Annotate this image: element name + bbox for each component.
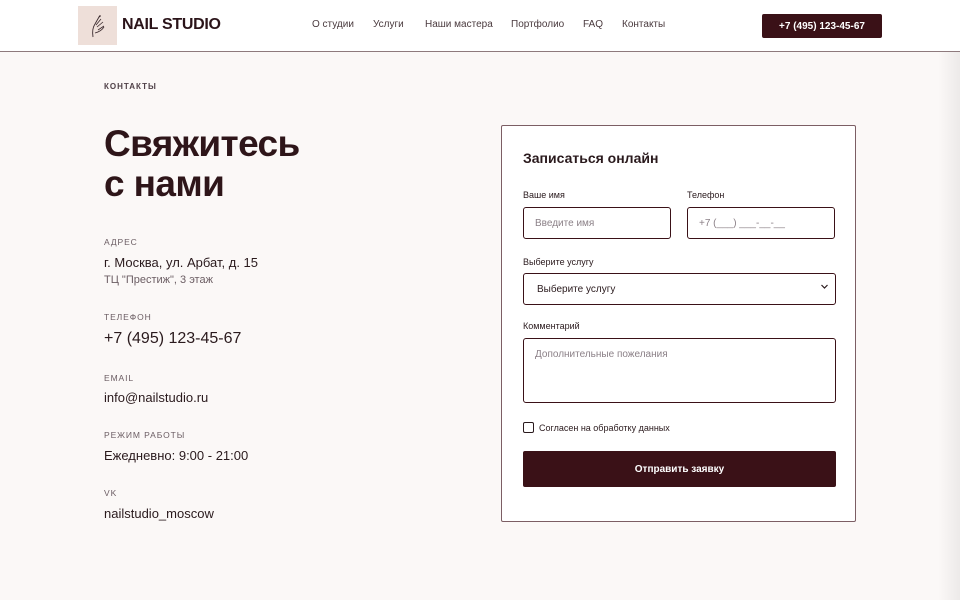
address-label: АДРЕС (104, 237, 138, 247)
address-note: ТЦ "Престиж", 3 этаж (104, 274, 213, 286)
phone-input[interactable] (687, 207, 835, 239)
nav-link-services[interactable]: Услуги (373, 19, 404, 30)
hours-label: РЕЖИМ РАБОТЫ (104, 430, 186, 440)
phone-field-label: Телефон (687, 190, 725, 200)
nav-link-portfolio[interactable]: Портфолио (511, 19, 564, 30)
nav-link-about[interactable]: О студии (312, 19, 354, 30)
service-label: Выберите услугу (523, 257, 594, 267)
phone-value[interactable]: +7 (495) 123-45-67 (104, 330, 241, 348)
site-header: NAIL STUDIO О студии Услуги Наши мастера… (0, 0, 960, 52)
section-eyebrow: КОНТАКТЫ (104, 82, 157, 91)
consent-checkbox[interactable] (523, 422, 534, 433)
nav-link-faq[interactable]: FAQ (583, 19, 603, 30)
form-title: Записаться онлайн (523, 150, 659, 166)
nav-link-masters[interactable]: Наши мастера (425, 19, 493, 30)
title-line-1: Свяжитесь (104, 123, 300, 164)
nav-link-contacts[interactable]: Контакты (622, 19, 665, 30)
name-input[interactable] (523, 207, 671, 239)
submit-button[interactable]: Отправить заявку (523, 451, 836, 487)
service-select[interactable]: Выберите услугу (523, 273, 836, 305)
vk-value[interactable]: nailstudio_moscow (104, 506, 214, 521)
chevron-down-icon (820, 282, 829, 293)
header-phone-button[interactable]: +7 (495) 123-45-67 (762, 14, 882, 38)
hours-value: Ежедневно: 9:00 - 21:00 (104, 448, 249, 463)
comment-textarea[interactable] (523, 338, 836, 403)
email-label: EMAIL (104, 373, 135, 383)
vk-label: VK (104, 488, 118, 498)
email-value[interactable]: info@nailstudio.ru (104, 390, 208, 405)
title-line-2: с нами (104, 163, 225, 204)
comment-label: Комментарий (523, 321, 580, 331)
service-select-value: Выберите услугу (537, 284, 616, 295)
booking-form: Записаться онлайн Ваше имя Телефон Выбер… (501, 125, 856, 522)
consent-label[interactable]: Согласен на обработку данных (539, 423, 670, 433)
page-edge-shadow (938, 0, 960, 600)
name-label: Ваше имя (523, 190, 565, 200)
page-title: Свяжитесь с нами (104, 124, 404, 204)
address-value: г. Москва, ул. Арбат, д. 15 (104, 255, 259, 270)
phone-label: ТЕЛЕФОН (104, 312, 152, 322)
consent-row[interactable]: Согласен на обработку данных (523, 422, 723, 434)
